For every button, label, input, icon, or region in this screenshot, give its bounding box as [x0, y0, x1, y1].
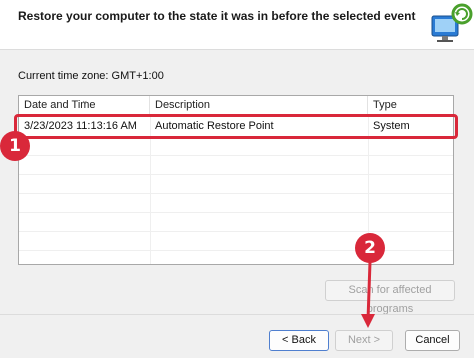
cancel-button[interactable]: Cancel [405, 330, 460, 351]
column-header-date[interactable]: ⌄ Date and Time [19, 96, 150, 115]
row-divider [19, 231, 453, 232]
timezone-label: Current time zone: GMT+1:00 [18, 70, 164, 82]
row-divider [19, 193, 453, 194]
column-header-description[interactable]: Description [150, 96, 368, 115]
page-title: Restore your computer to the state it wa… [18, 9, 416, 23]
column-header-type[interactable]: Type [368, 96, 453, 115]
sort-caret-icon: ⌄ [81, 95, 89, 105]
row-divider [19, 212, 453, 213]
column-header-description-label: Description [155, 99, 211, 111]
footer-divider [0, 314, 474, 315]
step-badge-2: 2 [355, 233, 385, 263]
wizard-header: Restore your computer to the state it wa… [0, 0, 474, 50]
column-header-type-label: Type [373, 99, 397, 111]
scan-affected-programs-button[interactable]: Scan for affected programs [325, 280, 455, 315]
step-badge-1: 1 [0, 131, 30, 161]
row-divider [19, 155, 453, 156]
selection-highlight-annotation [14, 114, 458, 139]
row-divider [19, 174, 453, 175]
next-button[interactable]: Next > [335, 330, 393, 351]
row-divider [19, 250, 453, 251]
system-restore-icon [431, 3, 473, 42]
back-button[interactable]: < Back [269, 330, 329, 351]
table-header: ⌄ Date and Time Description Type [19, 96, 453, 115]
